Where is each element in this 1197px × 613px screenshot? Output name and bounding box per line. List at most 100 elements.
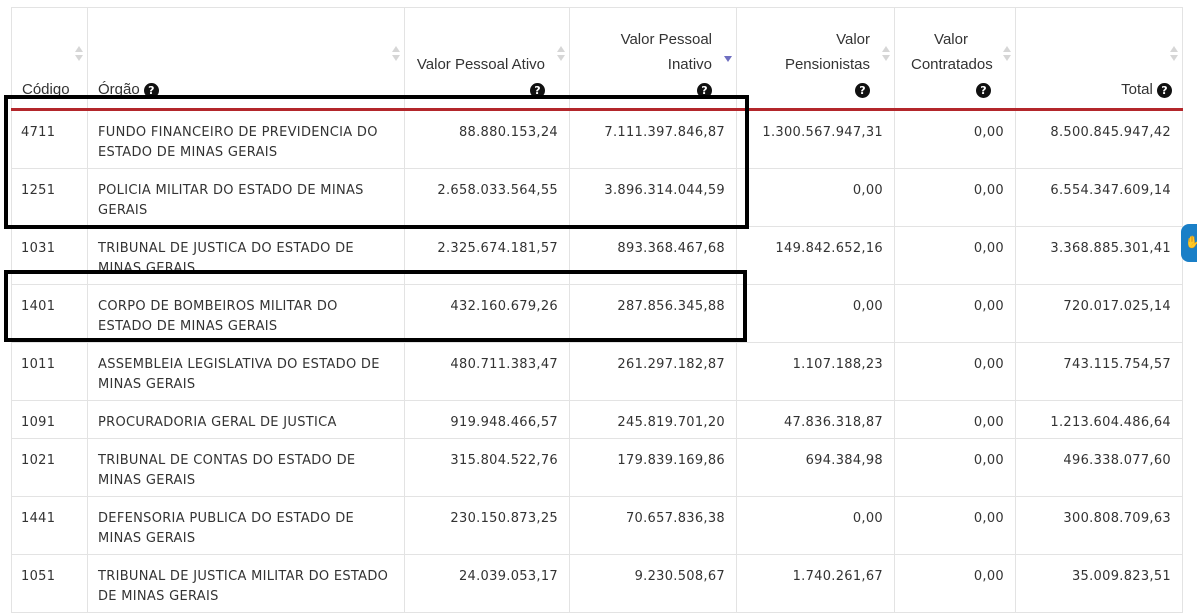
help-icon[interactable]: ?	[976, 82, 991, 98]
table-row[interactable]: 4711 FUNDO FINANCEIRO DE PREVIDENCIA DO E…	[11, 109, 1183, 169]
cell-codigo: 1051	[11, 554, 88, 613]
help-icon[interactable]: ?	[697, 82, 712, 98]
cell-valor-contratados: 0,00	[894, 342, 1016, 401]
table-row[interactable]: 1021 TRIBUNAL DE CONTAS DO ESTADO DE MINA…	[11, 438, 1183, 497]
cell-valor-pessoal-inativo: 287.856.345,88	[569, 284, 737, 343]
help-icon[interactable]: ?	[143, 82, 159, 98]
table-row[interactable]: 1051 TRIBUNAL DE JUSTICA MILITAR DO ESTAD…	[11, 554, 1183, 613]
cell-valor-pessoal-ativo: 480.711.383,47	[404, 342, 570, 401]
cell-valor-pessoal-inativo: 3.896.314.044,59	[569, 168, 737, 227]
expenses-table: Código Órgão ? Valor Pessoal Ativo ? Val…	[11, 7, 1183, 613]
sort-icon[interactable]	[392, 46, 400, 62]
cell-valor-pensionistas: 0,00	[736, 168, 895, 227]
col-header-valor-pessoal-ativo[interactable]: Valor Pessoal Ativo ?	[404, 7, 570, 110]
cell-valor-pensionistas: 149.842.652,16	[736, 226, 895, 285]
cell-valor-pensionistas: 1.107.188,23	[736, 342, 895, 401]
sort-desc-icon[interactable]	[724, 46, 732, 62]
cell-valor-contratados: 0,00	[894, 438, 1016, 497]
cell-codigo: 1011	[11, 342, 88, 401]
cell-valor-pessoal-inativo: 7.111.397.846,87	[569, 109, 737, 169]
cell-valor-pensionistas: 1.300.567.947,31	[736, 109, 895, 169]
sort-icon[interactable]	[882, 46, 890, 62]
help-icon[interactable]: ?	[855, 82, 870, 98]
cell-total: 720.017.025,14	[1015, 284, 1183, 343]
help-icon[interactable]: ?	[530, 82, 545, 98]
cell-valor-contratados: 0,00	[894, 496, 1016, 555]
cell-total: 3.368.885.301,41	[1015, 226, 1183, 285]
col-header-codigo[interactable]: Código	[11, 7, 88, 110]
cell-orgao: FUNDO FINANCEIRO DE PREVIDENCIA DO ESTAD…	[87, 109, 405, 169]
cell-valor-pensionistas: 47.836.318,87	[736, 400, 895, 439]
table-row[interactable]: 1031 TRIBUNAL DE JUSTICA DO ESTADO DE MIN…	[11, 226, 1183, 285]
col-header-label: Valor Contratados	[911, 31, 993, 73]
cell-valor-contratados: 0,00	[894, 226, 1016, 285]
cell-valor-pessoal-ativo: 432.160.679,26	[404, 284, 570, 343]
cell-orgao: TRIBUNAL DE CONTAS DO ESTADO DE MINAS GE…	[87, 438, 405, 497]
cell-valor-pessoal-inativo: 179.839.169,86	[569, 438, 737, 497]
cell-valor-pensionistas: 694.384,98	[736, 438, 895, 497]
col-header-total[interactable]: Total ?	[1015, 7, 1183, 110]
sort-icon[interactable]	[557, 46, 565, 62]
cell-total: 300.808.709,63	[1015, 496, 1183, 555]
cell-codigo: 1251	[11, 168, 88, 227]
cell-valor-pessoal-ativo: 2.325.674.181,57	[404, 226, 570, 285]
cell-codigo: 4711	[11, 109, 88, 169]
help-icon[interactable]: ?	[1157, 82, 1172, 98]
sort-icon[interactable]	[1170, 46, 1178, 62]
cell-valor-pessoal-inativo: 245.819.701,20	[569, 400, 737, 439]
cell-orgao: POLICIA MILITAR DO ESTADO DE MINAS GERAI…	[87, 168, 405, 227]
cell-total: 8.500.845.947,42	[1015, 109, 1183, 169]
cell-valor-pessoal-inativo: 70.657.836,38	[569, 496, 737, 555]
col-header-label: Código	[22, 81, 70, 98]
col-header-orgao[interactable]: Órgão ?	[87, 7, 405, 110]
col-header-valor-contratados[interactable]: Valor Contratados ?	[894, 7, 1016, 110]
table-row[interactable]: 1441 DEFENSORIA PUBLICA DO ESTADO DE MINA…	[11, 496, 1183, 555]
col-header-valor-pessoal-inativo[interactable]: Valor Pessoal Inativo ?	[569, 7, 737, 110]
cell-valor-contratados: 0,00	[894, 400, 1016, 439]
table-row[interactable]: 1401 CORPO DE BOMBEIROS MILITAR DO ESTADO…	[11, 284, 1183, 343]
table-header-row: Código Órgão ? Valor Pessoal Ativo ? Val…	[11, 7, 1183, 110]
cell-orgao: CORPO DE BOMBEIROS MILITAR DO ESTADO DE …	[87, 284, 405, 343]
cell-orgao: TRIBUNAL DE JUSTICA DO ESTADO DE MINAS G…	[87, 226, 405, 285]
cell-valor-pessoal-inativo: 9.230.508,67	[569, 554, 737, 613]
cell-valor-contratados: 0,00	[894, 554, 1016, 613]
cell-total: 743.115.754,57	[1015, 342, 1183, 401]
data-table-container: Código Órgão ? Valor Pessoal Ativo ? Val…	[11, 7, 1183, 613]
cell-valor-pessoal-inativo: 261.297.182,87	[569, 342, 737, 401]
cell-valor-pessoal-ativo: 2.658.033.564,55	[404, 168, 570, 227]
accessibility-side-tab[interactable]: ✋	[1181, 224, 1197, 262]
table-row[interactable]: 1011 ASSEMBLEIA LEGISLATIVA DO ESTADO DE …	[11, 342, 1183, 401]
col-header-label: Total	[1121, 81, 1153, 98]
table-row[interactable]: 1251 POLICIA MILITAR DO ESTADO DE MINAS G…	[11, 168, 1183, 227]
cell-valor-pensionistas: 1.740.261,67	[736, 554, 895, 613]
cell-valor-contratados: 0,00	[894, 168, 1016, 227]
hand-icon: ✋	[1185, 235, 1197, 249]
cell-codigo: 1021	[11, 438, 88, 497]
cell-valor-contratados: 0,00	[894, 109, 1016, 169]
cell-valor-pensionistas: 0,00	[736, 284, 895, 343]
cell-orgao: TRIBUNAL DE JUSTICA MILITAR DO ESTADO DE…	[87, 554, 405, 613]
cell-codigo: 1401	[11, 284, 88, 343]
cell-total: 6.554.347.609,14	[1015, 168, 1183, 227]
sort-icon[interactable]	[75, 46, 83, 62]
cell-valor-pessoal-ativo: 315.804.522,76	[404, 438, 570, 497]
col-header-label: Órgão	[98, 81, 140, 98]
col-header-valor-pensionistas[interactable]: Valor Pensionistas ?	[736, 7, 895, 110]
sort-icon[interactable]	[1003, 46, 1011, 62]
cell-valor-contratados: 0,00	[894, 284, 1016, 343]
cell-orgao: DEFENSORIA PUBLICA DO ESTADO DE MINAS GE…	[87, 496, 405, 555]
cell-codigo: 1031	[11, 226, 88, 285]
table-row[interactable]: 1091 PROCURADORIA GERAL DE JUSTICA 919.948…	[11, 400, 1183, 439]
cell-valor-pessoal-ativo: 24.039.053,17	[404, 554, 570, 613]
cell-valor-pessoal-ativo: 88.880.153,24	[404, 109, 570, 169]
cell-valor-pessoal-ativo: 230.150.873,25	[404, 496, 570, 555]
cell-orgao: ASSEMBLEIA LEGISLATIVA DO ESTADO DE MINA…	[87, 342, 405, 401]
cell-codigo: 1091	[11, 400, 88, 439]
cell-total: 35.009.823,51	[1015, 554, 1183, 613]
cell-valor-pessoal-inativo: 893.368.467,68	[569, 226, 737, 285]
cell-valor-pessoal-ativo: 919.948.466,57	[404, 400, 570, 439]
col-header-label: Valor Pessoal Ativo	[416, 56, 545, 73]
col-header-label: Valor Pensionistas	[784, 31, 870, 73]
cell-total: 496.338.077,60	[1015, 438, 1183, 497]
cell-orgao: PROCURADORIA GERAL DE JUSTICA	[87, 400, 405, 439]
